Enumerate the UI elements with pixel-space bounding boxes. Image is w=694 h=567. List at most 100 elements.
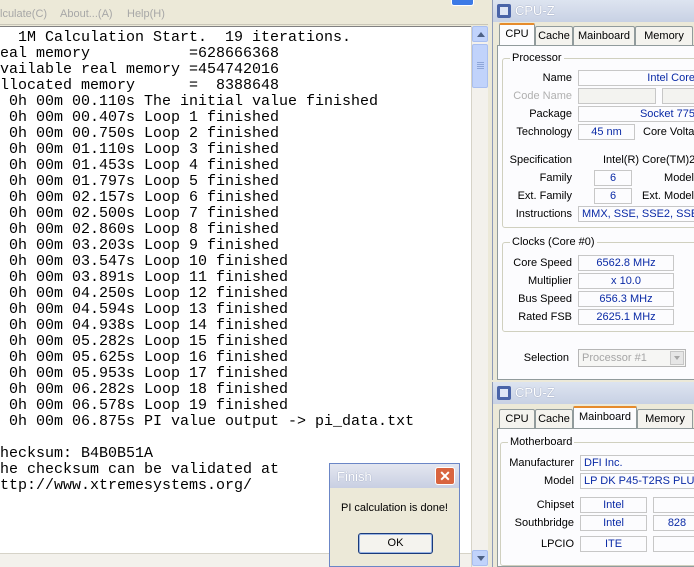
chipset-model-value — [653, 497, 694, 513]
lpcio-value: ITE — [580, 536, 647, 552]
output-line: 0h 00m 01.797s Loop 5 finished — [0, 173, 280, 190]
output-line: 0h 00m 02.860s Loop 8 finished — [0, 221, 280, 238]
chevron-down-icon[interactable] — [670, 351, 684, 365]
rated-fsb-label: Rated FSB — [518, 311, 572, 323]
mainboard-tab-page: Motherboard Manufacturer DFI Inc. Model … — [497, 428, 694, 567]
core-speed-label: Core Speed — [513, 257, 572, 269]
instructions-value: MMX, SSE, SSE2, SSE3 — [578, 206, 694, 222]
clocks-group: Clocks (Core #0) Core Speed 6562.8 MHz M… — [502, 236, 694, 332]
package-label: Package — [529, 108, 572, 120]
output-line: 1M Calculation Start. 19 iterations. — [0, 29, 352, 46]
rated-fsb-value: 2625.1 MHz — [578, 309, 674, 325]
output-line: 0h 00m 02.500s Loop 7 finished — [0, 205, 280, 222]
output-line: eal memory =628666368 — [0, 45, 280, 62]
output-line: 0h 00m 00.110s The initial value finishe… — [0, 93, 379, 110]
cpu-tab-page: Processor Name Intel Core Code Name Pack… — [497, 45, 694, 380]
clocks-group-label: Clocks (Core #0) — [510, 236, 597, 248]
multiplier-value: x 10.0 — [578, 273, 674, 289]
lpcio-label: LPCIO — [540, 538, 574, 550]
selection-label: Selection — [523, 352, 569, 364]
minimize-button[interactable] — [451, 0, 474, 6]
manufacturer-label: Manufacturer — [509, 457, 574, 469]
output-line: 0h 00m 06.578s Loop 19 finished — [0, 397, 289, 414]
ext-model-label: Ext. Model — [642, 190, 694, 202]
cpuz-title: CPU-Z — [515, 385, 555, 400]
output-line: 0h 00m 00.750s Loop 2 finished — [0, 125, 280, 142]
processor-select-value: Processor #1 — [582, 352, 647, 364]
output-line: 0h 00m 05.953s Loop 17 finished — [0, 365, 289, 382]
output-line: 0h 00m 03.547s Loop 10 finished — [0, 253, 289, 270]
output-line: 0h 00m 04.938s Loop 14 finished — [0, 317, 289, 334]
output-line: 0h 00m 06.282s Loop 18 finished — [0, 381, 289, 398]
manufacturer-value: DFI Inc. — [580, 455, 694, 471]
output-line: hecksum: B4B0B51A — [0, 445, 154, 462]
ext-family-label: Ext. Family — [517, 190, 572, 202]
instructions-label: Instructions — [515, 208, 572, 220]
processor-select[interactable]: Processor #1 — [578, 349, 686, 367]
technology-value: 45 nm — [578, 124, 635, 140]
output-line: vailable real memory =454742016 — [0, 61, 280, 78]
cpuz-window-cpu: CPU-Z CPU Cache Mainboard Memory Process… — [492, 0, 694, 380]
chevron-up-icon — [477, 32, 485, 37]
menu-about[interactable]: About...(A) — [60, 8, 113, 20]
lpcio-model-value — [653, 536, 694, 552]
grip-icon — [477, 62, 484, 63]
core-voltage-label: Core Volta — [643, 126, 694, 138]
finish-dialog: Finish ✕ PI calculation is done! OK — [329, 463, 460, 567]
cpuz-title: CPU-Z — [515, 3, 555, 18]
multiplier-label: Multiplier — [527, 275, 572, 287]
tab-mainboard[interactable]: Mainboard — [573, 406, 637, 429]
close-icon[interactable]: ✕ — [435, 467, 455, 485]
output-line: llocated memory = 8388648 — [0, 77, 280, 94]
menu-help[interactable]: Help(H) — [127, 8, 165, 20]
model-label: Model — [544, 475, 574, 487]
codename-value — [578, 88, 656, 104]
model-value: LP DK P45-T2RS PLUS — [580, 473, 694, 489]
codename-label: Code Name — [513, 90, 572, 102]
scroll-up-button[interactable] — [472, 26, 488, 42]
package-value: Socket 775 — [578, 106, 694, 122]
vertical-scrollbar[interactable] — [471, 26, 488, 567]
tab-cpu[interactable]: CPU — [499, 23, 535, 46]
processor-group-label: Processor — [510, 52, 564, 64]
model-label: Model — [664, 172, 694, 184]
chipset-label: Chipset — [536, 499, 574, 511]
chipset-value: Intel — [580, 497, 647, 513]
cpuz-titlebar: CPU-Z — [493, 0, 694, 22]
southbridge-value: Intel — [580, 515, 647, 531]
scroll-thumb[interactable] — [472, 44, 488, 88]
tab-memory[interactable]: Memory — [635, 26, 693, 46]
output-line: 0h 00m 03.891s Loop 11 finished — [0, 269, 289, 286]
name-value: Intel Core — [578, 70, 694, 86]
scroll-down-button[interactable] — [472, 550, 488, 566]
family-value: 6 — [594, 170, 632, 186]
bus-speed-value: 656.3 MHz — [578, 291, 674, 307]
cpuz-window-mainboard: CPU-Z CPU Cache Mainboard Memory Motherb… — [492, 382, 694, 567]
motherboard-group-label: Motherboard — [508, 436, 575, 448]
output-lines: 1M Calculation Start. 19 iterations. eal … — [0, 30, 414, 494]
tab-cache[interactable]: Cache — [535, 26, 573, 46]
cpuz-app-icon — [497, 4, 511, 18]
output-line: 0h 00m 05.625s Loop 16 finished — [0, 349, 289, 366]
southbridge-label: Southbridge — [514, 517, 574, 529]
ext-family-value: 6 — [594, 188, 632, 204]
output-line: 0h 00m 05.282s Loop 15 finished — [0, 333, 289, 350]
ok-button[interactable]: OK — [358, 533, 433, 554]
output-line: 0h 00m 00.407s Loop 1 finished — [0, 109, 280, 126]
southbridge-model-value: 828 — [653, 515, 694, 531]
dialog-titlebar: Finish ✕ — [330, 464, 459, 488]
tab-cache[interactable]: Cache — [535, 409, 573, 429]
tab-cpu[interactable]: CPU — [499, 409, 535, 429]
brand-id-value — [662, 88, 694, 104]
output-line: 0h 00m 03.203s Loop 9 finished — [0, 237, 280, 254]
tab-memory[interactable]: Memory — [637, 409, 693, 429]
processor-group: Processor Name Intel Core Code Name Pack… — [502, 52, 694, 228]
dialog-message: PI calculation is done! — [340, 502, 448, 514]
family-label: Family — [539, 172, 572, 184]
menu-calculate[interactable]: lculate(C) — [0, 8, 47, 20]
cpuz-titlebar: CPU-Z — [493, 382, 694, 404]
name-label: Name — [542, 72, 572, 84]
tab-mainboard[interactable]: Mainboard — [573, 26, 635, 46]
core-speed-value: 6562.8 MHz — [578, 255, 674, 271]
output-line: 0h 00m 01.453s Loop 4 finished — [0, 157, 280, 174]
